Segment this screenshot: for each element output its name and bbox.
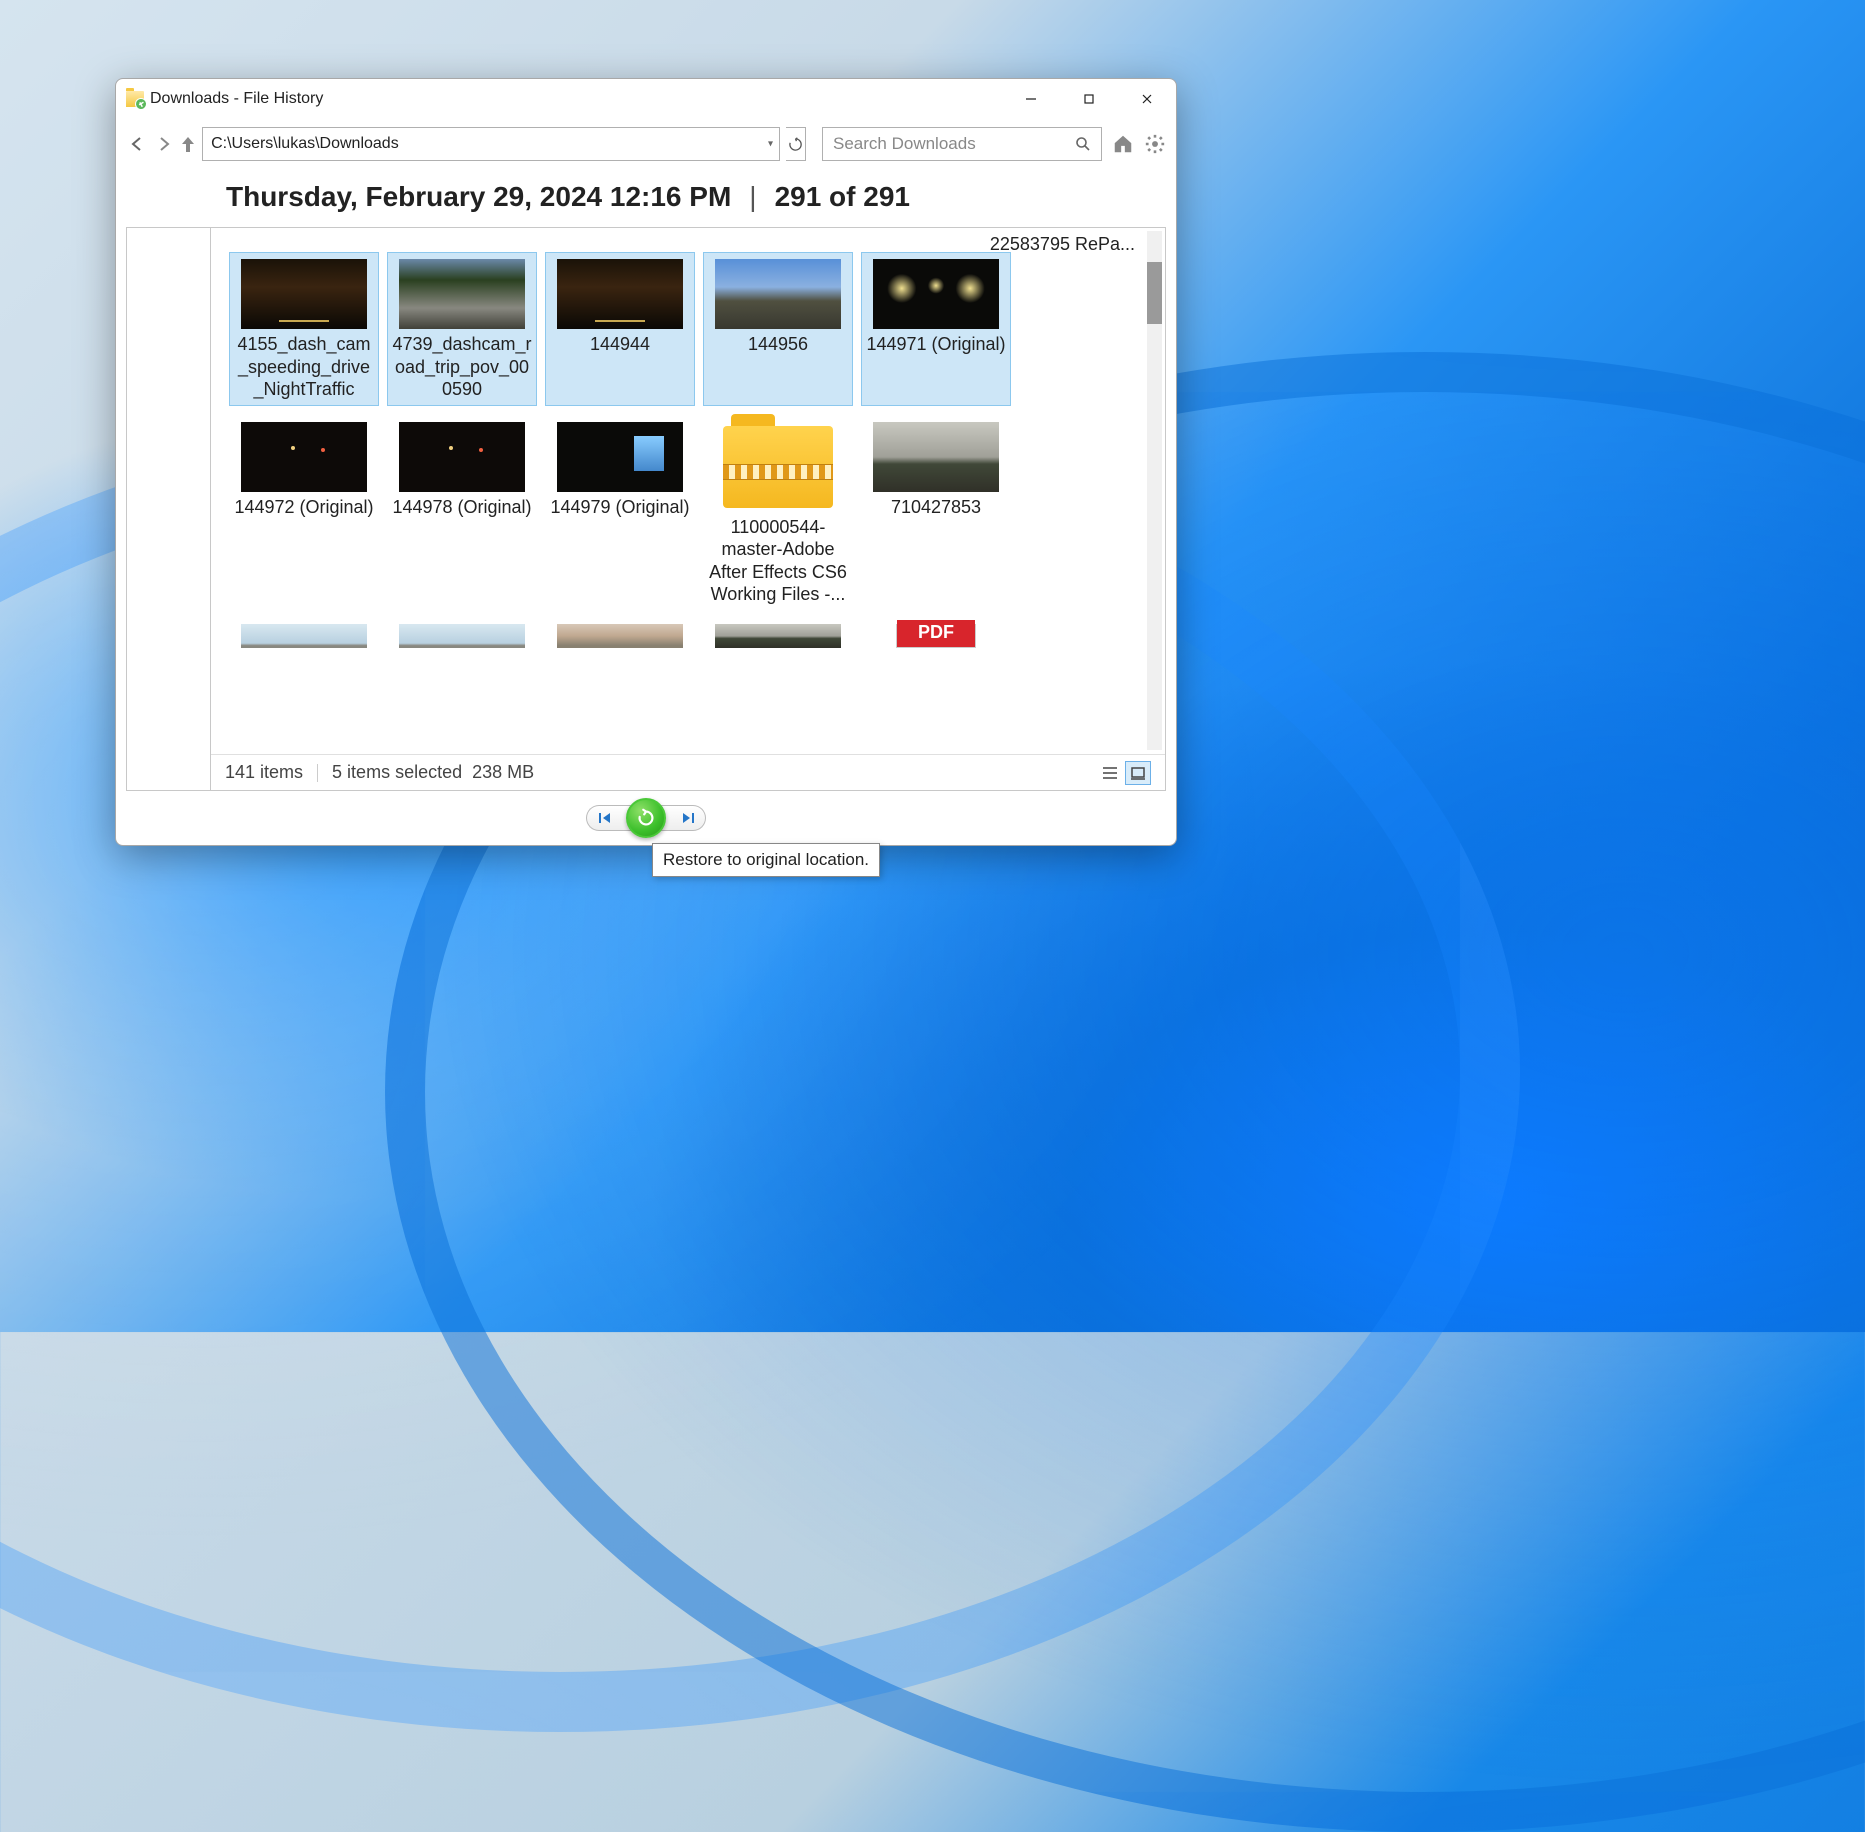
refresh-button[interactable] (786, 127, 806, 161)
file-label: 144978 (Original) (390, 496, 533, 519)
file-label: 4155_dash_cam_speeding_drive_NightTraffi… (232, 333, 376, 401)
maximize-button[interactable] (1060, 79, 1118, 119)
address-bar[interactable]: C:\Users\lukas\Downloads ▾ (202, 127, 780, 161)
file-thumbnail (715, 624, 841, 648)
snapshot-timestamp: Thursday, February 29, 2024 12:16 PM (226, 181, 731, 213)
home-button[interactable] (1112, 131, 1134, 157)
search-box[interactable] (822, 127, 1102, 161)
folder-history-icon (126, 91, 144, 107)
up-button[interactable] (180, 129, 196, 159)
next-version-button[interactable] (660, 805, 706, 831)
file-item[interactable]: 4739_dashcam_road_trip_pov_000590 (387, 252, 537, 406)
file-item[interactable]: 144956 (703, 252, 853, 406)
zip-folder-icon (723, 426, 833, 508)
file-thumbnail (557, 624, 683, 648)
file-thumbnail (399, 259, 525, 329)
snapshot-header: Thursday, February 29, 2024 12:16 PM | 2… (116, 169, 1176, 227)
list-view-button[interactable] (1097, 761, 1123, 785)
file-thumbnail (715, 259, 841, 329)
history-controls (116, 791, 1176, 845)
file-item[interactable]: 710427853 (861, 416, 1011, 610)
window-controls (1002, 79, 1176, 119)
file-label: 710427853 (889, 496, 983, 519)
file-label: 144979 (Original) (548, 496, 691, 519)
file-label: 4739_dashcam_road_trip_pov_000590 (390, 333, 534, 401)
file-label: 144972 (Original) (232, 496, 375, 519)
file-label: 144944 (588, 333, 652, 356)
file-label: 144971 (Original) (864, 333, 1007, 356)
file-item[interactable] (229, 620, 379, 656)
file-thumbnail (557, 259, 683, 329)
file-thumbnail (896, 624, 976, 648)
file-item[interactable] (703, 620, 853, 656)
chevron-down-icon[interactable]: ▾ (768, 139, 773, 150)
close-button[interactable] (1118, 79, 1176, 119)
file-thumbnail (715, 422, 841, 512)
file-label: 144956 (746, 333, 810, 356)
forward-button[interactable] (153, 129, 174, 159)
file-thumbnail (873, 259, 999, 329)
items-grid: 4155_dash_cam_speeding_drive_NightTraffi… (229, 252, 1139, 656)
item-count: 141 items (225, 762, 303, 783)
content-pane[interactable]: 22583795 RePa... 4155_dash_cam_speeding_… (210, 227, 1166, 791)
minimize-button[interactable] (1002, 79, 1060, 119)
file-item[interactable] (545, 620, 695, 656)
file-thumbnail (873, 422, 999, 492)
file-item[interactable]: 4155_dash_cam_speeding_drive_NightTraffi… (229, 252, 379, 406)
navigation-pane[interactable] (126, 227, 210, 791)
back-button[interactable] (126, 129, 147, 159)
thumbnail-view-button[interactable] (1125, 761, 1151, 785)
file-thumbnail (241, 259, 367, 329)
file-thumbnail (399, 422, 525, 492)
vertical-scrollbar[interactable] (1147, 231, 1162, 750)
search-icon (1075, 136, 1091, 152)
selection-size: 238 MB (472, 762, 534, 783)
file-item[interactable] (861, 620, 1011, 656)
file-thumbnail (241, 624, 367, 648)
settings-button[interactable] (1144, 131, 1166, 157)
file-history-window: Downloads - File History C:\Users\lukas\… (115, 78, 1177, 846)
file-label: 110000544-master-Adobe After Effects CS6… (705, 516, 851, 606)
address-text: C:\Users\lukas\Downloads (211, 135, 399, 153)
file-thumbnail (557, 422, 683, 492)
file-item[interactable]: 144972 (Original) (229, 416, 379, 610)
separator: | (749, 181, 756, 213)
window-title: Downloads - File History (150, 90, 323, 108)
scroll-thumb[interactable] (1147, 262, 1162, 324)
restore-button[interactable] (626, 798, 666, 838)
status-bar: 141 items 5 items selected 238 MB (211, 754, 1165, 790)
toolbar: C:\Users\lukas\Downloads ▾ (116, 119, 1176, 169)
file-item[interactable]: 144979 (Original) (545, 416, 695, 610)
titlebar[interactable]: Downloads - File History (116, 79, 1176, 119)
snapshot-position: 291 of 291 (775, 181, 910, 213)
selection-count: 5 items selected (332, 762, 462, 783)
file-item[interactable]: 144944 (545, 252, 695, 406)
file-item[interactable] (387, 620, 537, 656)
restore-tooltip: Restore to original location. (652, 843, 880, 877)
search-input[interactable] (833, 134, 1075, 154)
file-item[interactable]: 144971 (Original) (861, 252, 1011, 406)
file-item[interactable]: 110000544-master-Adobe After Effects CS6… (703, 416, 853, 610)
file-thumbnail (241, 422, 367, 492)
file-item[interactable]: 144978 (Original) (387, 416, 537, 610)
file-thumbnail (399, 624, 525, 648)
separator (317, 764, 318, 782)
